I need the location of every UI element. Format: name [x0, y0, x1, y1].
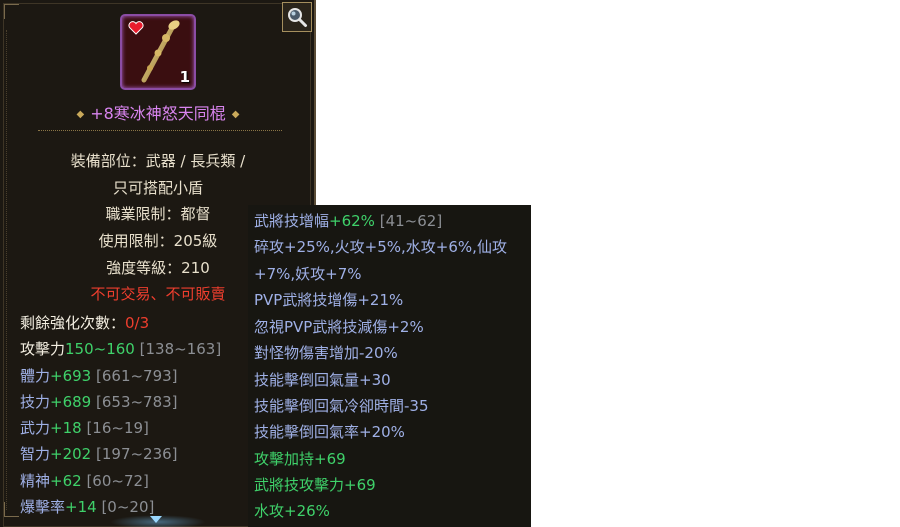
scroll-down-arrow-icon[interactable]	[150, 516, 162, 523]
stat-value: +14	[65, 498, 97, 516]
enhance-value: 0/3	[125, 314, 150, 332]
stat-label: 智力	[20, 445, 51, 463]
elemental-attack-line1: 碎攻+25%,火攻+5%,水攻+6%,仙攻	[254, 238, 507, 256]
stat-row: 體力+693 [661~793]	[20, 365, 178, 386]
stat-row: 智力+202 [197~236]	[20, 443, 178, 464]
skill-amp-label: 武將技增幅	[254, 212, 330, 230]
stat-value: +18	[50, 419, 82, 437]
stat-label: 技力	[20, 393, 51, 411]
stat-label: 爆擊率	[20, 498, 66, 516]
knockdown-rate: 技能擊倒回氣率+20%	[254, 423, 405, 441]
stat-range: [661~793]	[96, 367, 178, 385]
stat-range: [0~20]	[101, 498, 155, 516]
attack-value: 150~160	[65, 340, 135, 358]
stat-value: +202	[50, 445, 92, 463]
ignore-pvp-reduction: 忽視PVP武將技減傷+2%	[254, 318, 424, 336]
equip-slot-line2: 只可搭配小盾	[112, 179, 203, 197]
item-slot[interactable]: 1	[120, 14, 196, 90]
knockdown-cooldown: 技能擊倒回氣冷卻時間-35	[254, 397, 429, 415]
pvp-skill-damage: PVP武將技增傷+21%	[254, 291, 404, 309]
stat-label: 武力	[20, 419, 51, 437]
skill-attack: 武將技攻擊力+69	[254, 476, 376, 494]
stat-range: [197~236]	[96, 445, 178, 463]
stat-value: +689	[50, 393, 92, 411]
divider	[38, 130, 282, 131]
stat-range: [653~783]	[96, 393, 178, 411]
bonus-stats-panel: 武將技增幅+62% [41~62] 碎攻+25%,火攻+5%,水攻+6%,仙攻 …	[248, 205, 531, 527]
stat-range: [16~19]	[86, 419, 149, 437]
stat-label: 體力	[20, 367, 51, 385]
item-name: ◆ +8寒冰神怒天同棍 ◆	[0, 100, 314, 124]
item-name-text: +8寒冰神怒天同棍	[90, 104, 226, 123]
stat-row: 爆擊率+14 [0~20]	[20, 496, 154, 517]
stat-range: [60~72]	[86, 472, 149, 490]
stat-row: 精神+62 [60~72]	[20, 470, 149, 491]
stat-label: 精神	[20, 472, 51, 490]
monster-damage: 對怪物傷害增加-20%	[254, 344, 398, 362]
stat-row: 武力+18 [16~19]	[20, 417, 149, 438]
attack-range: [138~163]	[139, 340, 222, 358]
enhance-count: 剩餘強化次數：0/3	[20, 312, 149, 333]
skill-amp-value: +62%	[329, 212, 375, 230]
stat-row: 技力+689 [653~783]	[20, 391, 178, 412]
stat-value: +693	[50, 367, 92, 385]
knockdown-recover: 技能擊倒回氣量+30	[254, 371, 391, 389]
enhance-label: 剩餘強化次數：	[20, 314, 126, 332]
frame-corner-decoration	[4, 4, 19, 19]
skill-amp-line: 武將技增幅+62% [41~62]	[254, 210, 442, 231]
attack-stat: 攻擊力150~160 [138~163]	[20, 338, 221, 359]
skill-amp-range: [41~62]	[379, 212, 443, 230]
magnifier-icon	[288, 8, 307, 27]
elemental-attack-line2: +7%,妖攻+7%	[254, 265, 362, 283]
attack-boost: 攻擊加持+69	[254, 450, 346, 468]
item-quantity: 1	[179, 68, 190, 86]
stat-value: +62	[50, 472, 82, 490]
name-right-decoration: ◆	[231, 109, 240, 120]
attack-label: 攻擊力	[20, 340, 66, 358]
water-attack: 水攻+26%	[254, 502, 330, 520]
magnifier-button[interactable]	[282, 2, 312, 32]
heart-icon	[128, 21, 144, 35]
name-left-decoration: ◆	[76, 109, 85, 120]
equip-slot-line1: 裝備部位：武器 / 長兵類 /	[70, 152, 246, 170]
